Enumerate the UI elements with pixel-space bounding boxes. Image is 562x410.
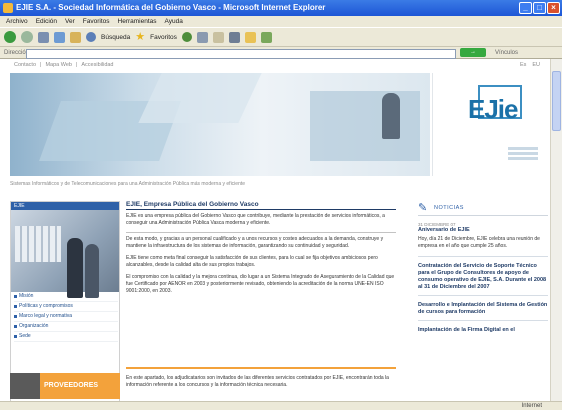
news-header-label: NOTICIAS [434,205,464,211]
pen-icon: ✎ [418,202,428,214]
forward-icon[interactable] [21,31,33,43]
links-label[interactable]: Vínculos [495,47,518,59]
link-contacto[interactable]: Contacto [14,62,36,68]
nav-item-mision[interactable]: Misión [14,292,118,302]
back-icon[interactable] [4,31,16,43]
vertical-scrollbar[interactable] [550,59,562,401]
menu-favoritos[interactable]: Favoritos [83,16,110,27]
home-icon[interactable] [70,31,81,43]
menu-herramientas[interactable]: Herramientas [118,16,157,27]
security-zone: Internet [521,403,542,409]
proveedores-label: PROVEEDORES [44,382,99,389]
window-title: EJIE S.A. - Sociedad Informática del Gob… [16,3,326,12]
main-title: EJIE, Empresa Pública del Gobierno Vasco [126,201,396,210]
lang-es[interactable]: Es [520,62,526,68]
media-icon[interactable] [181,32,192,42]
search-icon[interactable] [86,32,96,42]
minimize-button[interactable]: _ [519,2,532,14]
logo-caption [508,147,538,160]
nav-item-organizacion[interactable]: Organización [14,322,118,332]
left-nav: EJIE Misión Políticas y compromisos Marc… [10,201,120,401]
main-paragraph-3: EJIE tiene como meta final conseguir la … [126,255,378,268]
nav-item-marco-legal[interactable]: Marco legal y normativa [14,312,118,322]
proveedores-banner[interactable]: PROVEEDORES [10,373,120,399]
left-nav-list: Misión Políticas y compromisos Marco leg… [14,292,118,342]
news-title-4[interactable]: Implantación de la Firma Digital en el [418,327,548,334]
proveedores-text: En este apartado, los adjudicatarios son… [126,375,389,388]
stop-icon[interactable] [38,31,49,43]
menu-ver[interactable]: Ver [65,16,75,27]
menu-archivo[interactable]: Archivo [6,16,28,27]
main-paragraph-2: De esta modo, y gracias a un personal cu… [126,236,384,249]
web-page: Contacto | Mapa Web | Accesibilidad Es E… [0,59,550,401]
top-links: Contacto | Mapa Web | Accesibilidad [14,62,114,68]
proveedores-image [10,373,40,399]
history-icon[interactable] [196,31,208,43]
hero-banner [10,73,430,176]
nav-item-sede[interactable]: Sede [14,332,118,342]
browser-window: EJIE S.A. - Sociedad Informática del Gob… [0,0,562,410]
print-icon[interactable] [228,31,240,43]
refresh-icon[interactable] [54,31,65,43]
address-bar: Dirección → Vínculos [0,47,562,59]
scrollbar-thumb[interactable] [552,71,561,131]
news-body-1: Hoy, día 21 de Diciembre, EJIE celebra u… [418,236,540,249]
main-paragraph-4: El compromiso con la calidad y la mejora… [126,274,395,294]
folder-icon[interactable] [244,31,256,43]
address-field[interactable] [26,49,456,59]
ie-icon [3,3,13,13]
status-bar: Internet [0,401,562,410]
go-button[interactable]: → [460,48,486,57]
maximize-button[interactable]: □ [533,2,546,14]
favorites-icon[interactable]: ★ [135,31,145,43]
link-mapa-web[interactable]: Mapa Web [45,62,72,68]
favorites-button[interactable]: Favoritos [150,34,177,41]
menu-edicion[interactable]: Edición [36,16,57,27]
news-title-2[interactable]: Contratación del Servicio de Soporte Téc… [418,263,548,291]
mail-icon[interactable] [212,31,224,43]
section-divider [126,367,396,369]
person-silhouette [382,93,400,139]
title-bar: EJIE S.A. - Sociedad Informática del Gob… [0,0,562,16]
news-title-3[interactable]: Desarrollo e Implantación del Sistema de… [418,302,548,316]
tagline: Sistemas Informáticos y de Telecomunicac… [10,181,246,187]
left-nav-image [11,210,119,298]
menu-bar: Archivo Edición Ver Favoritos Herramient… [0,16,562,27]
link-accesibilidad[interactable]: Accesibilidad [81,62,113,68]
nav-item-politicas[interactable]: Políticas y compromisos [14,302,118,312]
news-header: ✎ NOTICIAS [418,201,548,216]
language-links: Es EU [520,62,540,68]
ejie-logo[interactable]: EJie [468,94,518,125]
main-content: EJIE, Empresa Pública del Gobierno Vasco… [126,201,396,300]
main-paragraph-1: EJIE es una empresa pública del Gobierno… [126,213,385,226]
menu-ayuda[interactable]: Ayuda [165,16,183,27]
news-title-1[interactable]: Aniversario de EJIE [418,227,548,234]
toolbar: Búsqueda ★ Favoritos [0,27,562,47]
lang-eu[interactable]: EU [532,62,540,68]
close-button[interactable]: × [547,2,560,14]
messenger-icon[interactable] [260,31,272,43]
left-nav-header: EJIE [11,202,119,210]
search-button[interactable]: Búsqueda [101,34,130,41]
news-panel: ✎ NOTICIAS 31 DICIEMBRE 07 Aniversario d… [418,201,548,336]
window-controls: _ □ × [519,2,560,14]
